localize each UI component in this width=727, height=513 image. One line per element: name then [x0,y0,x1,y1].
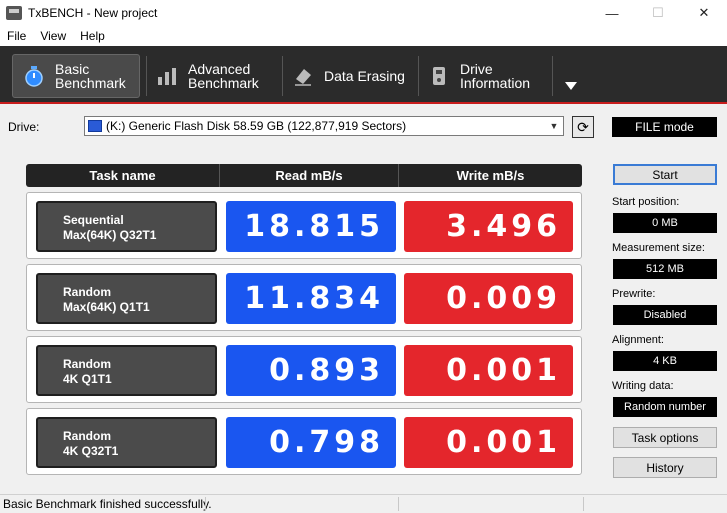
task-button[interactable]: Random Max(64K) Q1T1 [36,273,217,324]
measurement-size-value[interactable]: 512 MB [613,259,717,279]
menu-bar: File View Help [0,26,727,46]
start-position-value[interactable]: 0 MB [613,213,717,233]
menu-file[interactable]: File [0,29,33,43]
toolbar-more-chevron-icon[interactable] [565,82,577,90]
drive-label: Drive: [8,120,40,134]
task-line1: Random [63,285,111,299]
write-result: 0.001 [404,345,573,396]
start-position-label: Start position: [612,196,680,208]
status-divider [583,497,584,511]
title-bar: TxBENCH - New project — ☐ ✕ [0,0,727,26]
chevron-down-icon: ▼ [549,121,559,131]
tab-advanced-benchmark[interactable]: Advanced Benchmark [156,54,282,98]
read-result: 18.815 [226,201,396,252]
tab-drive-line2: Information [460,75,531,91]
write-result: 3.496 [404,201,573,252]
stopwatch-icon [23,65,45,87]
task-line2: Max(64K) Q32T1 [63,228,157,242]
drive-info-icon [428,65,450,87]
prewrite-value[interactable]: Disabled [613,305,717,325]
drive-selected-value: (K:) Generic Flash Disk 58.59 GB (122,87… [106,119,407,133]
history-button[interactable]: History [613,457,717,478]
alignment-value[interactable]: 4 KB [613,351,717,371]
table-row: Sequential Max(64K) Q32T1 18.815 3.496 [26,192,582,259]
task-line2: Max(64K) Q1T1 [63,300,150,314]
refresh-icon: ⟳ [577,118,589,135]
task-button[interactable]: Sequential Max(64K) Q32T1 [36,201,217,252]
write-result: 0.001 [404,417,573,468]
write-result: 0.009 [404,273,573,324]
header-task-name: Task name [26,164,220,187]
task-button[interactable]: Random 4K Q1T1 [36,345,217,396]
flash-disk-icon [88,120,102,132]
benchmark-table: Task name Read mB/s Write mB/s Sequentia… [26,164,582,475]
close-icon[interactable]: ✕ [681,0,727,26]
tab-advanced-line2: Benchmark [188,75,259,91]
prewrite-label: Prewrite: [612,288,656,300]
table-row: Random 4K Q1T1 0.893 0.001 [26,336,582,403]
read-result: 11.834 [226,273,396,324]
main-toolbar: Basic Benchmark Advanced Benchmark Data Er… [0,46,727,104]
eraser-icon [292,65,314,87]
window-controls: — ☐ ✕ [589,0,727,26]
bar-chart-icon [156,65,178,87]
status-divider [205,497,206,511]
table-row: Random Max(64K) Q1T1 11.834 0.009 [26,264,582,331]
read-result: 0.893 [226,345,396,396]
writing-data-value[interactable]: Random number [613,397,717,417]
minimize-icon[interactable]: — [589,0,635,26]
toolbar-separator [282,56,283,96]
writing-data-label: Writing data: [612,380,674,392]
header-read: Read mB/s [220,164,399,187]
toolbar-separator [418,56,419,96]
task-line1: Sequential [63,213,124,227]
tab-data-erasing-label: Data Erasing [324,68,405,84]
menu-help[interactable]: Help [73,29,112,43]
window-title: TxBENCH - New project [28,6,158,20]
tab-basic-benchmark[interactable]: Basic Benchmark [12,54,140,98]
tab-drive-information[interactable]: Drive Information [428,54,550,98]
toolbar-separator [552,56,553,96]
start-button[interactable]: Start [613,164,717,185]
task-button[interactable]: Random 4K Q32T1 [36,417,217,468]
app-icon [6,6,22,20]
status-bar: Basic Benchmark finished successfully. [0,494,727,513]
task-options-button[interactable]: Task options [613,427,717,448]
task-line2: 4K Q32T1 [63,444,119,458]
table-header: Task name Read mB/s Write mB/s [26,164,582,187]
table-row: Random 4K Q32T1 0.798 0.001 [26,408,582,475]
status-divider [398,497,399,511]
status-message: Basic Benchmark finished successfully. [3,497,212,511]
alignment-label: Alignment: [612,334,664,346]
tab-data-erasing[interactable]: Data Erasing [292,54,414,98]
task-line1: Random [63,429,111,443]
drive-select[interactable]: (K:) Generic Flash Disk 58.59 GB (122,87… [84,116,564,136]
toolbar-separator [146,56,147,96]
read-result: 0.798 [226,417,396,468]
measurement-size-label: Measurement size: [612,242,705,254]
task-line2: 4K Q1T1 [63,372,112,386]
mode-indicator: FILE mode [612,117,717,137]
refresh-button[interactable]: ⟳ [572,116,594,138]
maximize-icon: ☐ [652,5,664,20]
menu-view[interactable]: View [33,29,73,43]
task-line1: Random [63,357,111,371]
header-write: Write mB/s [456,168,525,183]
tab-basic-line2: Benchmark [55,75,126,91]
